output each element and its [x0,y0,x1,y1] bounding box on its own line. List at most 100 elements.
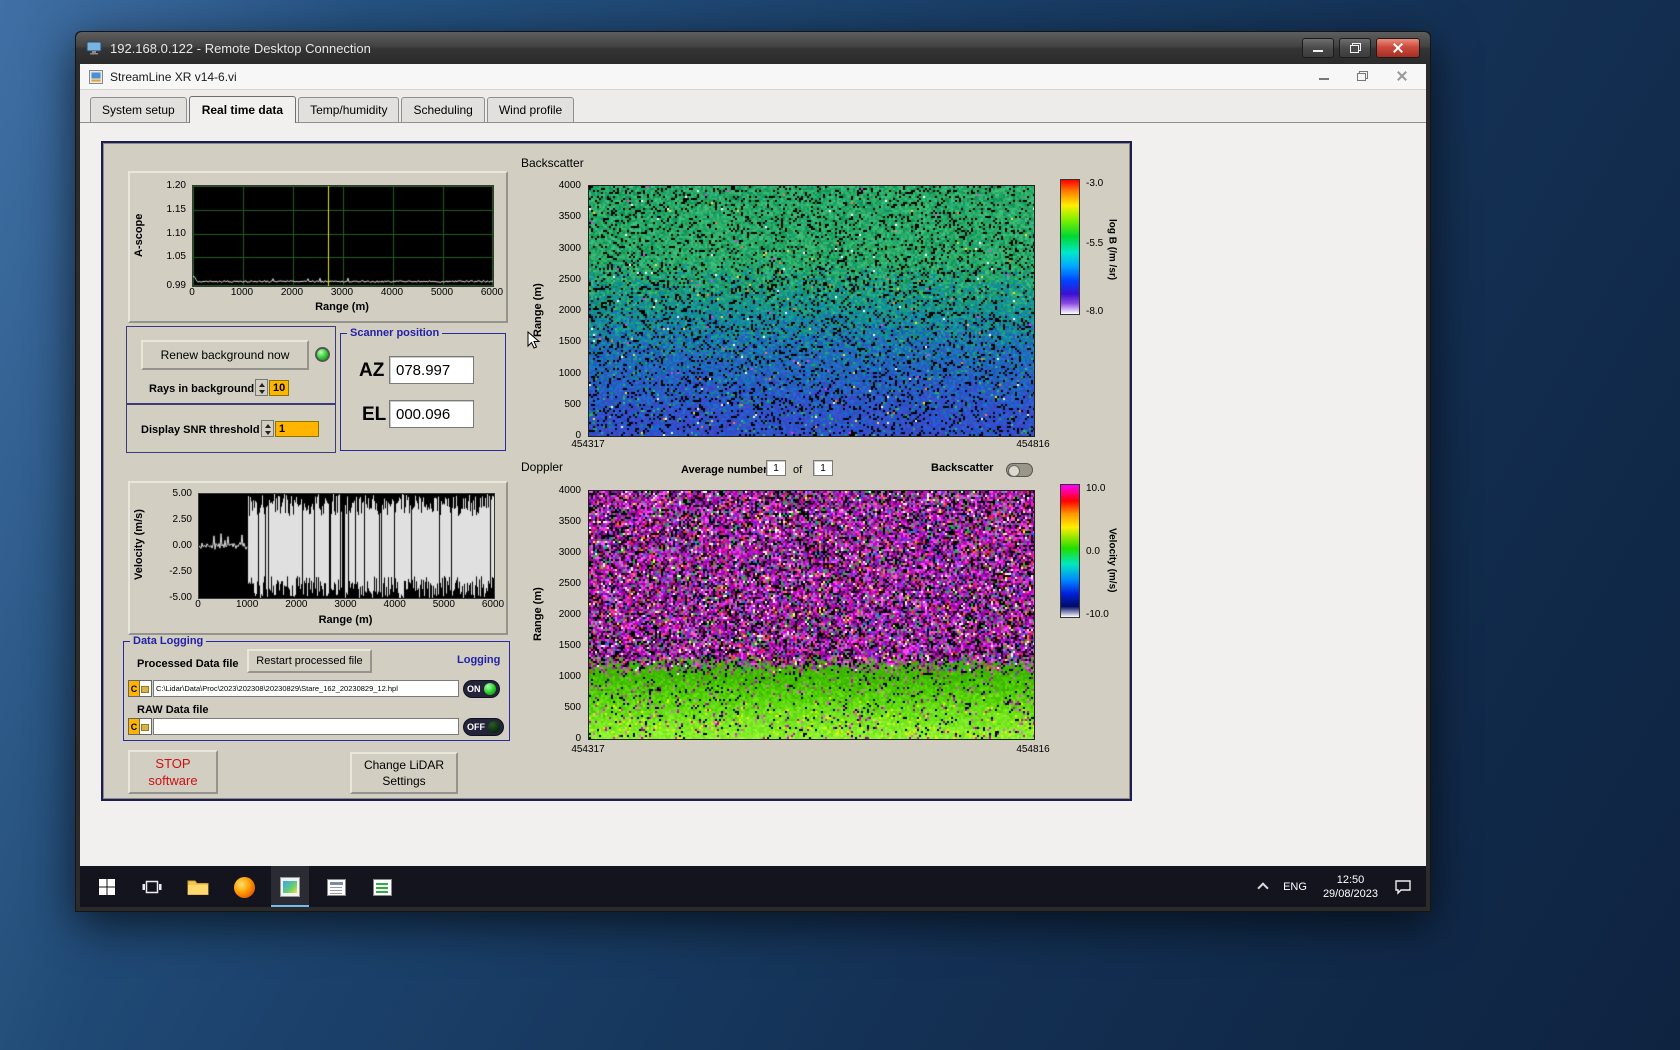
file-explorer-button[interactable] [185,874,211,900]
tab-scheduling[interactable]: Scheduling [401,97,485,122]
backscatter-toggle-switch[interactable] [1006,463,1033,477]
backscatter-y-ticks: 4000 3500 3000 2500 2000 1500 1000 500 0 [547,180,583,441]
velocity-plot-area[interactable] [198,493,495,599]
tab-strip: System setup Real time data Temp/humidit… [80,90,1426,123]
tick-label: 3000 [558,547,581,558]
velocity-y-axis-label: Velocity (m/s) [133,509,145,581]
data-viewer-button[interactable] [369,874,395,900]
rdp-restore-button[interactable] [1339,38,1371,58]
snr-threshold-label: Display SNR threshold [141,424,260,436]
rdp-titlebar[interactable]: 192.168.0.122 - Remote Desktop Connectio… [76,32,1430,64]
renew-background-button[interactable]: Renew background now [141,340,309,370]
app-close-button[interactable] [1396,70,1408,82]
change-lidar-settings-button[interactable]: Change LiDAR Settings [350,752,458,794]
tick-label: 6000 [480,287,504,298]
front-panel: A-scope 1.20 1.15 1.10 1.05 0.99 0 1000 2000 30… [101,141,1132,801]
rays-value-field[interactable]: 10 [269,380,290,396]
tick-label: 2000 [558,305,581,316]
a-scope-x-axis-label: Range (m) [315,301,369,313]
clock-time: 12:50 [1336,873,1365,886]
tick-label: -5.00 [169,592,192,603]
tick-label: 1.20 [166,180,186,191]
clock-date: 29/08/2023 [1322,887,1378,900]
logging-on-toggle[interactable]: ON [463,680,500,698]
remote-desktop-icon [86,41,102,55]
doppler-colorbar-label: Velocity (m/s) [1106,527,1118,593]
language-indicator[interactable]: ENG [1283,881,1307,893]
taskbar: ENG 12:50 29/08/2023 [80,866,1426,907]
folder-small-icon [140,718,152,735]
el-value-field[interactable]: 000.096 [389,400,474,428]
doppler-plot-area[interactable] [588,490,1035,740]
stop-software-button[interactable]: STOP software [128,750,218,794]
drive-letter: C [128,680,140,697]
a-scope-y-ticks: 1.20 1.15 1.10 1.05 0.99 [146,180,188,291]
task-view-icon [142,880,162,894]
tick-label: 2500 [558,273,581,285]
notification-center-icon[interactable] [1394,879,1412,895]
tick-label: -8.0 [1086,305,1104,317]
firefox-button[interactable] [231,874,257,900]
tick-label: 3000 [558,242,581,254]
data-logging-group: Data Logging Processed Data file Restart… [123,635,510,741]
rdp-minimize-button[interactable] [1302,38,1334,58]
start-button[interactable] [94,874,120,900]
average-total-field[interactable]: 1 [813,460,833,476]
firefox-icon [233,876,255,898]
taskbar-clock[interactable]: 12:50 29/08/2023 [1323,873,1378,901]
tab-system-setup[interactable]: System setup [90,97,187,122]
backscatter-colorbar-label: log B (/m /sr) [1106,219,1118,281]
tab-real-time-data[interactable]: Real time data [188,96,297,123]
mouse-cursor [527,331,541,349]
tick-label: -5.5 [1086,237,1104,249]
tab-temp-humidity[interactable]: Temp/humidity [298,97,400,122]
scan-scheduler-button[interactable] [323,874,349,900]
stop-line2: software [148,773,198,788]
windows-logo-icon [99,879,115,895]
a-scope-plot-area[interactable] [192,185,494,287]
app-minimize-button[interactable] [1319,78,1329,80]
processed-path-field[interactable]: C:\Lidar\Data\Proc\2023\202308\20230829\… [153,680,459,697]
tab-wind-profile[interactable]: Wind profile [486,97,575,122]
rdp-window-title: 192.168.0.122 - Remote Desktop Connectio… [110,40,371,56]
backscatter-plot-area[interactable] [588,185,1035,437]
raw-data-file-label: RAW Data file [137,704,209,716]
streamline-taskbar-button[interactable] [277,874,303,900]
tray-expand-icon[interactable] [1257,882,1269,894]
raw-path-field[interactable] [153,718,459,735]
backscatter-colorbar [1060,179,1080,315]
processed-drive-selector[interactable]: C [128,680,152,697]
snr-group: Display SNR threshold 1 [126,404,336,453]
az-value-field[interactable]: 078.997 [389,356,474,384]
logging-off-led [488,721,500,733]
tick-label: 6000 [481,599,505,610]
raw-drive-selector[interactable]: C [128,718,152,735]
tick-label: 0.99 [166,280,186,291]
task-view-button[interactable] [139,874,165,900]
snr-value-field[interactable]: 1 [275,421,319,437]
change-line1: Change LiDAR [363,758,445,772]
tick-label: 4000 [558,180,581,191]
app-titlebar[interactable]: StreamLine XR v14-6.vi [80,64,1426,90]
average-number-field[interactable]: 1 [766,460,786,476]
tick-label: 4000 [558,485,581,496]
tick-label: 1000 [558,671,581,682]
front-panel-background: A-scope 1.20 1.15 1.10 1.05 0.99 0 1000 2000 30… [80,123,1426,866]
doppler-colorbar [1060,484,1080,618]
app-restore-button[interactable] [1357,71,1368,81]
tick-label: 5000 [430,287,454,298]
az-label: AZ [359,360,385,381]
snr-spinner[interactable] [261,420,274,437]
restart-processed-file-button[interactable]: Restart processed file [247,649,372,673]
rays-spinner[interactable] [255,379,268,396]
system-tray: ENG 12:50 29/08/2023 [1257,866,1412,907]
rdp-close-button[interactable] [1376,38,1420,58]
tick-label: 3500 [558,516,581,527]
tick-label: 4000 [383,599,406,610]
on-label: ON [467,684,481,694]
tick-label: 5.00 [172,488,192,499]
desktop-background: 192.168.0.122 - Remote Desktop Connectio… [0,0,1680,1050]
tick-label: -3.0 [1086,178,1104,190]
logging-off-toggle[interactable]: OFF [463,718,504,736]
velocity-graph: Velocity (m/s) 5.00 2.50 0.00 -2.50 -5.00 0 1… [128,481,508,635]
